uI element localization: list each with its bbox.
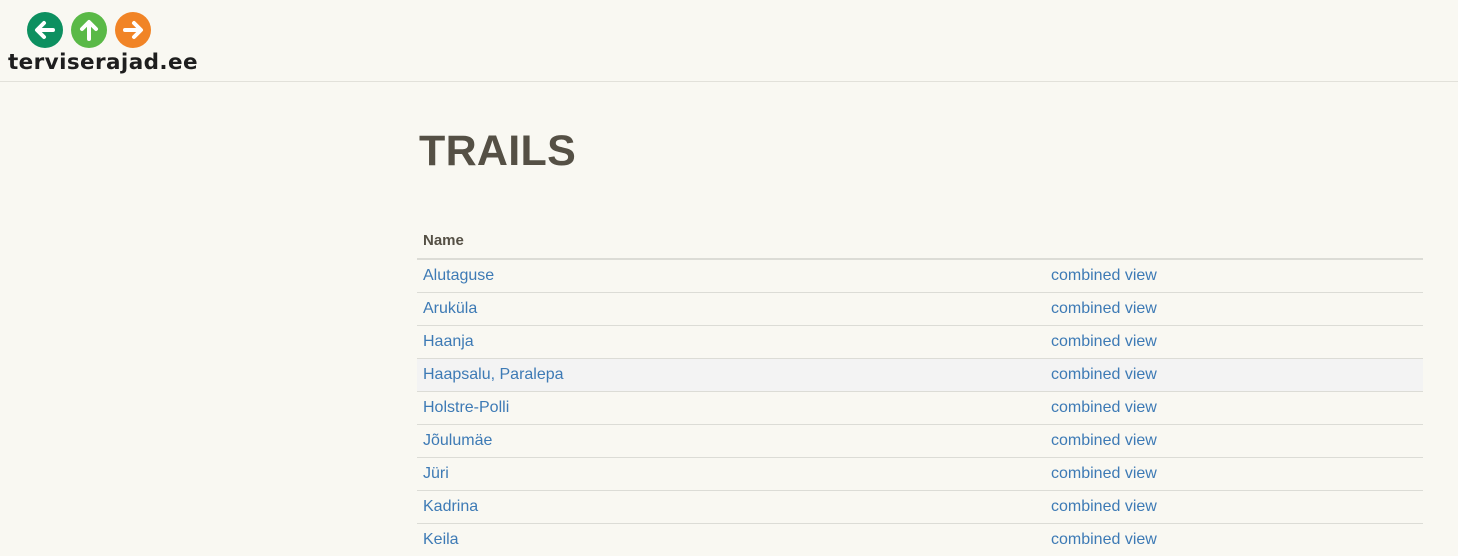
table-row: Kadrina combined view — [417, 489, 1423, 523]
arrow-up-icon — [71, 12, 107, 48]
site-logo[interactable]: terviserajad.ee — [8, 10, 198, 78]
trail-name-link[interactable]: Keila — [423, 531, 459, 548]
combined-view-link[interactable]: combined view — [1051, 267, 1157, 284]
trail-name-link[interactable]: Holstre-Polli — [423, 399, 509, 416]
table-row: Keila combined view — [417, 522, 1423, 556]
combined-view-link[interactable]: combined view — [1051, 531, 1157, 548]
trail-name-link[interactable]: Kadrina — [423, 498, 478, 515]
table-row: Alutaguse combined view — [417, 258, 1423, 292]
table-row: Aruküla combined view — [417, 291, 1423, 325]
arrow-right-icon — [115, 12, 151, 48]
table-row: Jõulumäe combined view — [417, 423, 1423, 457]
trail-name-link[interactable]: Alutaguse — [423, 267, 494, 284]
combined-view-link[interactable]: combined view — [1051, 432, 1157, 449]
combined-view-link[interactable]: combined view — [1051, 333, 1157, 350]
table-row: Haanja combined view — [417, 324, 1423, 358]
table-row: Jüri combined view — [417, 456, 1423, 490]
site-header: terviserajad.ee — [0, 0, 1458, 82]
trail-name-link[interactable]: Jõulumäe — [423, 432, 492, 449]
combined-view-link[interactable]: combined view — [1051, 399, 1157, 416]
arrow-left-icon — [27, 12, 63, 48]
table-row: Haapsalu, Paralepa combined view — [417, 357, 1423, 391]
table-row: Holstre-Polli combined view — [417, 390, 1423, 424]
combined-view-link[interactable]: combined view — [1051, 300, 1157, 317]
trail-name-link[interactable]: Aruküla — [423, 300, 477, 317]
column-header-name: Name — [417, 223, 1045, 260]
combined-view-link[interactable]: combined view — [1051, 498, 1157, 515]
column-header-action — [1045, 223, 1423, 260]
trail-name-link[interactable]: Haanja — [423, 333, 474, 350]
logo-text: terviserajad.ee — [8, 50, 198, 75]
trail-name-link[interactable]: Jüri — [423, 465, 449, 482]
combined-view-link[interactable]: combined view — [1051, 366, 1157, 383]
page-title: TRAILS — [419, 127, 577, 175]
trail-name-link[interactable]: Haapsalu, Paralepa — [423, 366, 564, 383]
trails-table: Name Alutaguse combined view Aruküla com… — [417, 223, 1423, 556]
combined-view-link[interactable]: combined view — [1051, 465, 1157, 482]
table-header-row: Name — [417, 223, 1423, 260]
